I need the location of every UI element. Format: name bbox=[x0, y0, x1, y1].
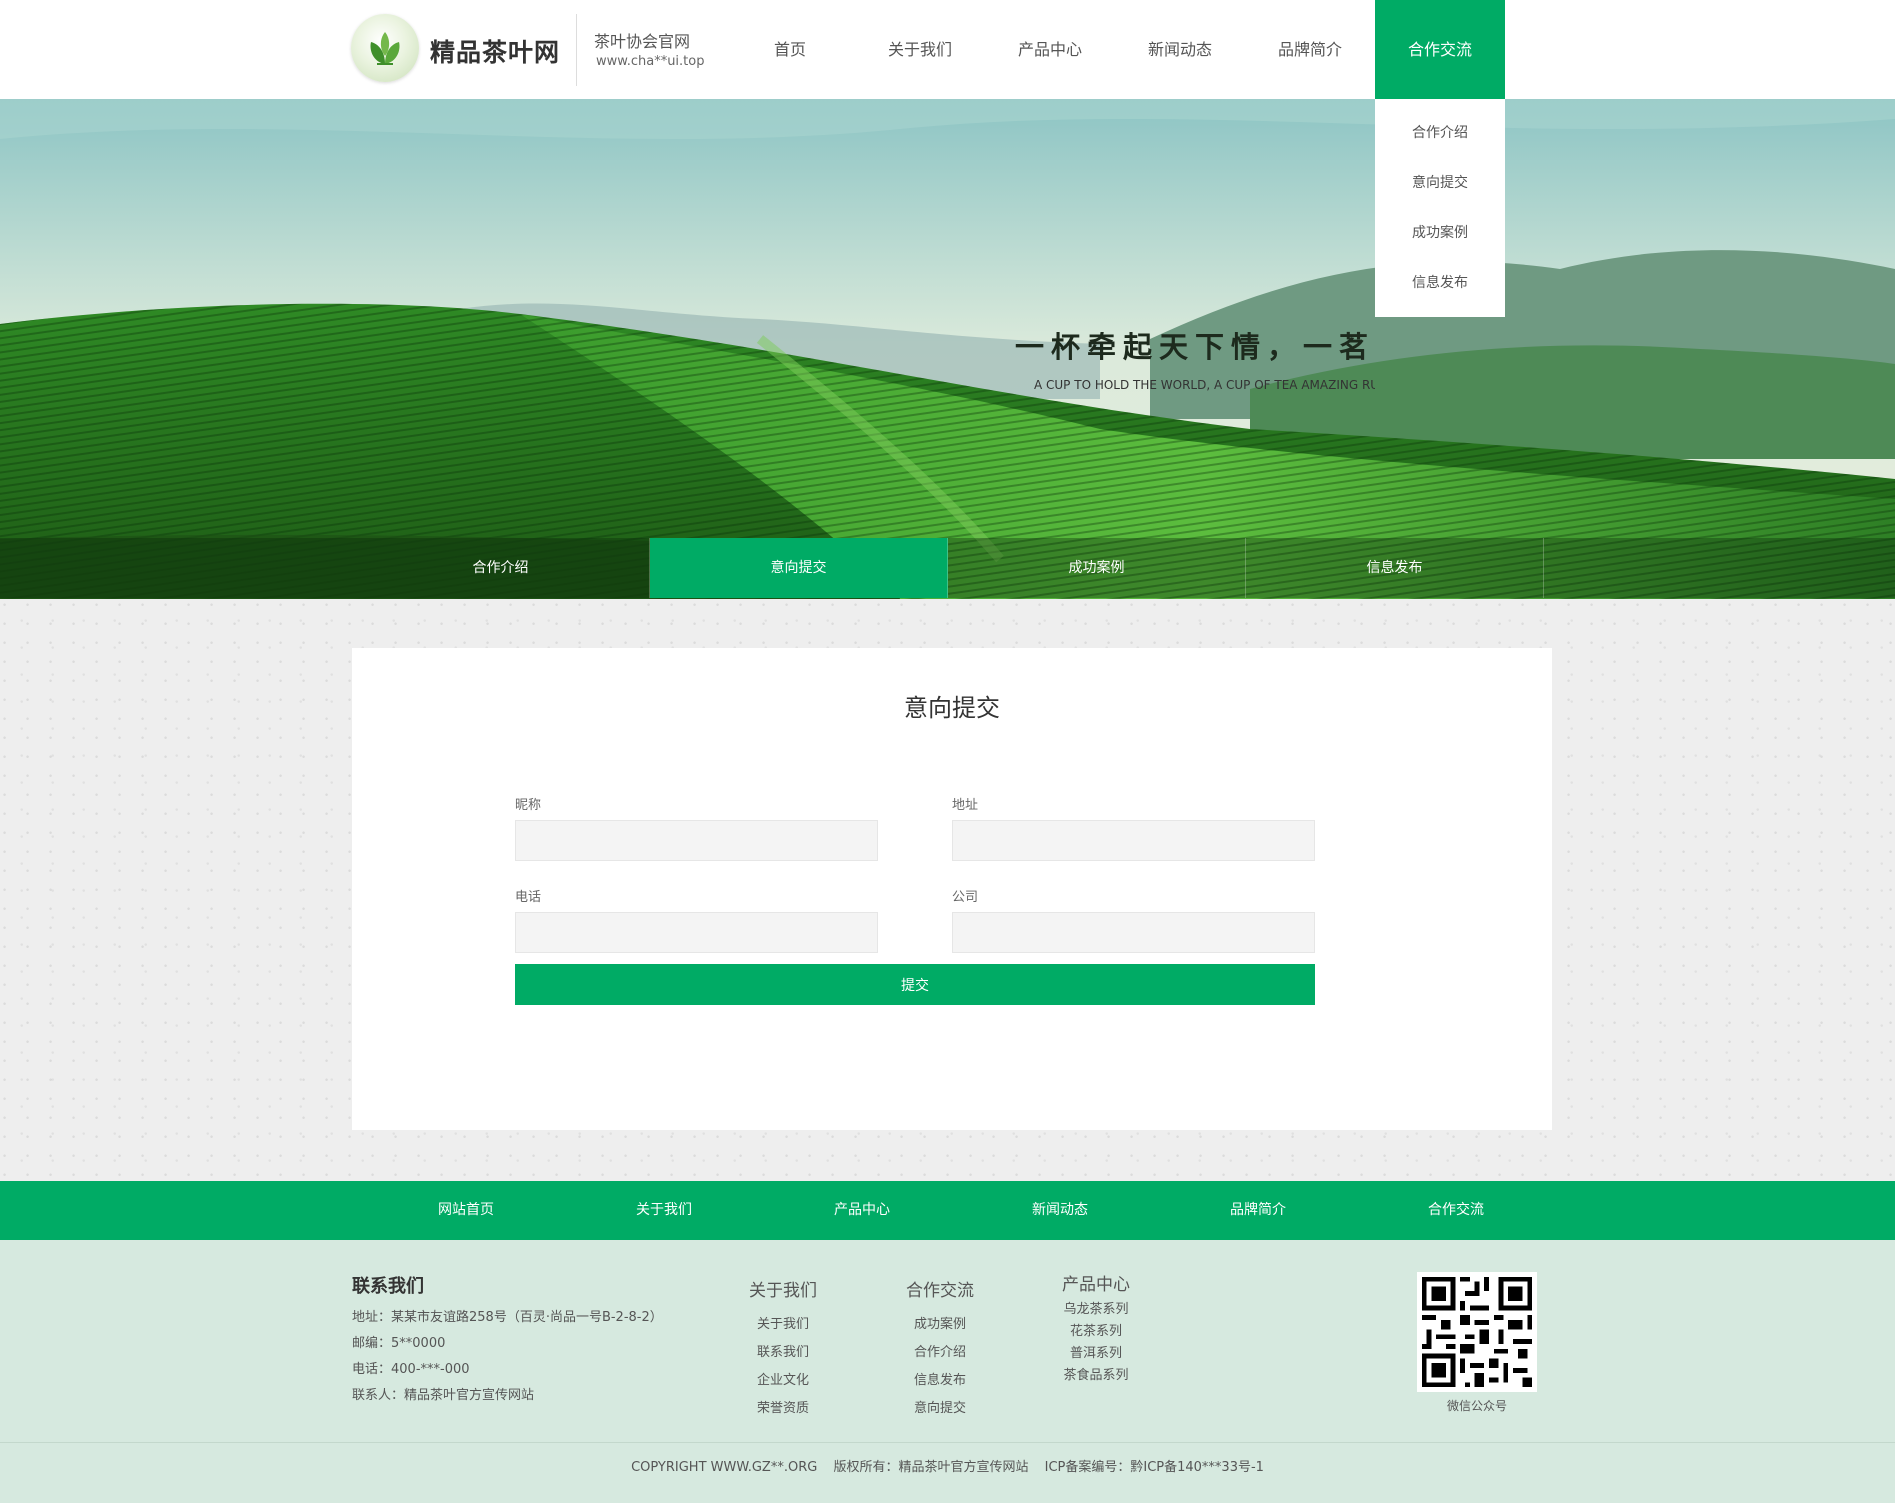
slogan-area: 一杯牵起天下情，一茗惊人 A CUP TO HOLD THE WORLD, A … bbox=[0, 99, 1375, 499]
nav-about[interactable]: 关于我们 bbox=[855, 0, 985, 99]
copyright-icp[interactable]: ICP备案编号：黔ICP备140***33号-1 bbox=[1045, 1460, 1264, 1475]
subnav-intent[interactable]: 意向提交 bbox=[650, 538, 948, 598]
site-header: 精品茶叶网 茶叶协会官网 www.cha**ui.top 首页 关于我们 产品中… bbox=[0, 0, 1895, 99]
contact-postcode: 邮编：5**0000 bbox=[352, 1336, 446, 1351]
footer-nav-cooperation[interactable]: 合作交流 bbox=[1357, 1181, 1555, 1240]
hero-banner: 一杯牵起天下情，一茗惊人 A CUP TO HOLD THE WORLD, A … bbox=[0, 99, 1895, 599]
address-label: 地址 bbox=[952, 798, 979, 813]
footer-link[interactable]: 普洱系列 bbox=[1046, 1343, 1146, 1365]
copyright-site[interactable]: COPYRIGHT WWW.GZ**.ORG bbox=[631, 1460, 817, 1475]
form-title: 意向提交 bbox=[904, 694, 1000, 722]
footer-col-title: 关于我们 bbox=[749, 1281, 817, 1301]
footer-link[interactable]: 信息发布 bbox=[890, 1367, 990, 1395]
footer-link[interactable]: 荣誉资质 bbox=[733, 1395, 833, 1423]
contact-title: 联系我们 bbox=[352, 1276, 424, 1297]
site-footer: 联系我们 地址：某某市友谊路258号（百灵·尚品一号B-2-8-2） 邮编：5*… bbox=[0, 1240, 1895, 1442]
subnav-cases[interactable]: 成功案例 bbox=[948, 538, 1246, 598]
main-nav: 首页 关于我们 产品中心 新闻动态 品牌简介 合作交流 bbox=[725, 0, 1505, 99]
nickname-label: 昵称 bbox=[515, 798, 542, 813]
nav-cooperation[interactable]: 合作交流 bbox=[1375, 0, 1505, 99]
logo-divider bbox=[576, 14, 577, 86]
nav-products[interactable]: 产品中心 bbox=[985, 0, 1115, 99]
logo-url: www.cha**ui.top bbox=[596, 54, 705, 69]
banner-slogan-en: A CUP TO HOLD THE WORLD, A CUP OF TEA AM… bbox=[1034, 378, 1375, 392]
dropdown-item-intent[interactable]: 意向提交 bbox=[1375, 167, 1505, 217]
phone-label: 电话 bbox=[515, 890, 542, 905]
wechat-qr-code bbox=[1417, 1272, 1537, 1392]
footer-nav-home[interactable]: 网站首页 bbox=[367, 1181, 565, 1240]
dropdown-item-cases[interactable]: 成功案例 bbox=[1375, 217, 1505, 267]
footer-link[interactable]: 企业文化 bbox=[733, 1367, 833, 1395]
footer-link[interactable]: 乌龙茶系列 bbox=[1046, 1299, 1146, 1321]
footer-col-about: 关于我们 关于我们 联系我们 企业文化 荣誉资质 bbox=[733, 1276, 833, 1423]
banner-slogan: 一杯牵起天下情，一茗惊人 bbox=[1015, 330, 1375, 364]
footer-nav: 网站首页 关于我们 产品中心 新闻动态 品牌简介 合作交流 bbox=[0, 1181, 1895, 1240]
footer-nav-about[interactable]: 关于我们 bbox=[565, 1181, 763, 1240]
footer-nav-products[interactable]: 产品中心 bbox=[763, 1181, 961, 1240]
footer-link[interactable]: 成功案例 bbox=[890, 1311, 990, 1339]
footer-col-products: 产品中心 乌龙茶系列 花茶系列 普洱系列 茶食品系列 bbox=[1046, 1270, 1146, 1387]
contact-address: 地址：某某市友谊路258号（百灵·尚品一号B-2-8-2） bbox=[352, 1310, 663, 1325]
copyright-bar: COPYRIGHT WWW.GZ**.ORG 版权所有：精品茶叶官方宣传网站 I… bbox=[0, 1442, 1895, 1503]
footer-link[interactable]: 茶食品系列 bbox=[1046, 1365, 1146, 1387]
footer-link[interactable]: 花茶系列 bbox=[1046, 1321, 1146, 1343]
contact-phone: 电话：400-***-000 bbox=[352, 1362, 470, 1377]
company-label: 公司 bbox=[952, 890, 979, 905]
sub-nav: 合作介绍 意向提交 成功案例 信息发布 bbox=[0, 538, 1895, 598]
footer-link[interactable]: 联系我们 bbox=[733, 1339, 833, 1367]
intent-form-card: 意向提交 昵称 地址 电话 公司 提交 bbox=[352, 648, 1552, 1130]
nav-home[interactable]: 首页 bbox=[725, 0, 855, 99]
logo-icon[interactable] bbox=[351, 14, 419, 82]
nickname-field[interactable] bbox=[515, 820, 878, 861]
subnav-info[interactable]: 信息发布 bbox=[1246, 538, 1544, 598]
copyright-owner: 版权所有：精品茶叶官方宣传网站 bbox=[833, 1460, 1029, 1475]
address-field[interactable] bbox=[952, 820, 1315, 861]
qr-caption: 微信公众号 bbox=[1446, 1399, 1507, 1413]
logo-subtitle: 茶叶协会官网 bbox=[594, 32, 691, 51]
footer-link[interactable]: 意向提交 bbox=[890, 1395, 990, 1423]
logo-title[interactable]: 精品茶叶网 bbox=[430, 33, 560, 69]
footer-col-title: 产品中心 bbox=[1062, 1275, 1130, 1295]
contact-person: 联系人：精品茶叶官方宣传网站 bbox=[352, 1388, 535, 1403]
subnav-intro[interactable]: 合作介绍 bbox=[352, 538, 650, 598]
submit-button[interactable]: 提交 bbox=[515, 964, 1315, 1005]
nav-brand[interactable]: 品牌简介 bbox=[1245, 0, 1375, 99]
footer-link[interactable]: 关于我们 bbox=[733, 1311, 833, 1339]
dropdown-item-intro[interactable]: 合作介绍 bbox=[1375, 117, 1505, 167]
footer-nav-news[interactable]: 新闻动态 bbox=[961, 1181, 1159, 1240]
nav-news[interactable]: 新闻动态 bbox=[1115, 0, 1245, 99]
footer-link[interactable]: 合作介绍 bbox=[890, 1339, 990, 1367]
footer-nav-brand[interactable]: 品牌简介 bbox=[1159, 1181, 1357, 1240]
phone-field[interactable] bbox=[515, 912, 878, 953]
company-field[interactable] bbox=[952, 912, 1315, 953]
cooperation-dropdown: 合作介绍 意向提交 成功案例 信息发布 bbox=[1375, 99, 1505, 317]
dropdown-item-info[interactable]: 信息发布 bbox=[1375, 267, 1505, 317]
footer-col-cooperation: 合作交流 成功案例 合作介绍 信息发布 意向提交 bbox=[890, 1276, 990, 1423]
footer-col-title: 合作交流 bbox=[906, 1281, 974, 1301]
